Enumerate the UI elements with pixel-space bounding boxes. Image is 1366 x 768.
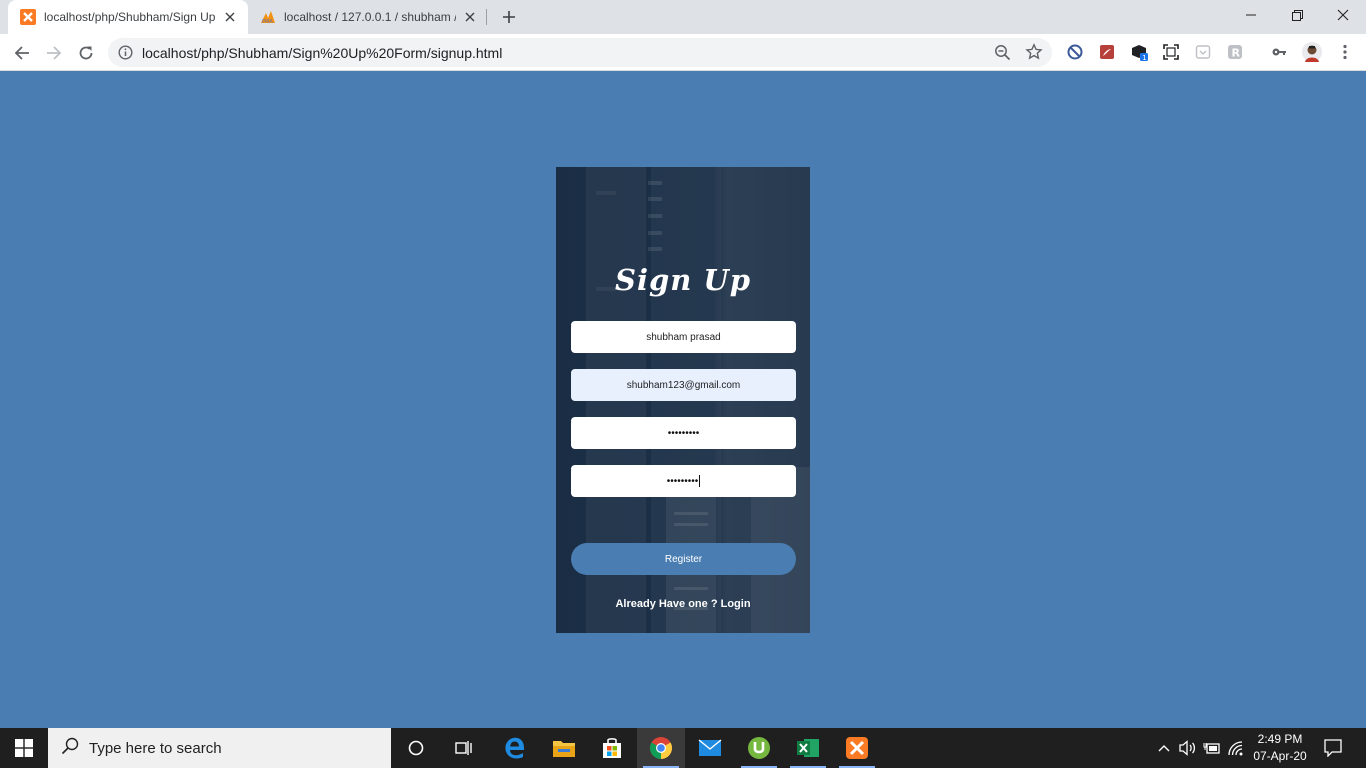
close-window-button[interactable] [1320, 0, 1366, 30]
key-icon[interactable] [1270, 43, 1288, 61]
r-extension-icon[interactable]: R [1226, 43, 1244, 61]
notification-icon [1324, 739, 1342, 757]
adblock-extension-icon[interactable] [1066, 43, 1084, 61]
package-extension-icon[interactable]: 1 [1130, 43, 1148, 61]
search-icon [61, 737, 79, 760]
new-tab-button[interactable] [499, 7, 519, 27]
windows-logo-icon [15, 739, 33, 757]
phpmyadmin-icon: PMA [260, 9, 276, 25]
battery-icon [1203, 743, 1220, 754]
wifi-icon [1228, 741, 1243, 756]
tab-title: localhost/php/Shubham/Sign Up [44, 10, 216, 24]
edge-icon [505, 737, 525, 759]
browser-toolbar: localhost/php/Shubham/Sign%20Up%20Form/s… [0, 34, 1366, 71]
svg-text:1: 1 [1142, 54, 1146, 61]
background-window [648, 231, 662, 235]
volume-button[interactable] [1178, 728, 1198, 768]
excel-icon [797, 739, 819, 757]
windows-taskbar: Type here to search 2:49 PM 07-Apr-20 [0, 728, 1366, 768]
tab-separator [486, 9, 487, 25]
register-button[interactable]: Register [571, 543, 796, 575]
utorrent-icon [748, 737, 770, 759]
taskbar-clock[interactable]: 2:49 PM 07-Apr-20 [1244, 731, 1316, 765]
mail-icon [698, 739, 722, 756]
network-button[interactable] [1226, 728, 1246, 768]
show-hidden-icons-button[interactable] [1154, 728, 1174, 768]
background-window [596, 191, 616, 195]
name-value: shubham prasad [646, 331, 721, 343]
tab-signup[interactable]: localhost/php/Shubham/Sign Up [8, 0, 248, 34]
zoom-icon[interactable] [994, 44, 1011, 66]
background-window [648, 214, 662, 218]
tab-phpmyadmin[interactable]: PMA localhost / 127.0.0.1 / shubham / [248, 0, 488, 34]
restore-button[interactable] [1274, 0, 1320, 30]
background-window [674, 512, 708, 515]
edge-taskbar-button[interactable] [491, 728, 539, 768]
background-window [648, 247, 662, 251]
password-input[interactable]: ••••••••• [571, 417, 796, 449]
chrome-icon [650, 737, 672, 759]
chrome-taskbar-button[interactable] [637, 728, 685, 768]
tab-title: localhost / 127.0.0.1 / shubham / [284, 10, 456, 24]
confirm-password-input[interactable]: ••••••••• [571, 465, 796, 497]
name-input[interactable]: shubham prasad [571, 321, 796, 353]
profile-avatar[interactable] [1302, 42, 1322, 62]
store-taskbar-button[interactable] [588, 728, 636, 768]
cortana-icon [408, 740, 424, 756]
task-view-button[interactable] [440, 728, 488, 768]
login-link[interactable]: Already Have one ? Login [556, 598, 810, 610]
utorrent-taskbar-button[interactable] [735, 728, 783, 768]
background-window [674, 587, 708, 590]
xampp-taskbar-button[interactable] [833, 728, 881, 768]
clock-date: 07-Apr-20 [1253, 749, 1307, 763]
address-bar[interactable]: localhost/php/Shubham/Sign%20Up%20Form/s… [108, 38, 1052, 67]
speaker-icon [1179, 740, 1196, 756]
background-window [674, 523, 708, 526]
clock-time: 2:49 PM [1257, 732, 1303, 746]
pdf-extension-icon[interactable] [1098, 43, 1116, 61]
svg-text:R: R [1232, 47, 1241, 60]
back-button[interactable] [9, 40, 35, 66]
battery-button[interactable] [1202, 728, 1222, 768]
chrome-menu-icon[interactable] [1336, 43, 1354, 61]
chevron-up-icon [1158, 745, 1170, 752]
svg-text:PMA: PMA [262, 19, 273, 24]
action-center-button[interactable] [1320, 728, 1346, 768]
background-window [648, 181, 662, 185]
site-info-icon[interactable] [118, 45, 133, 65]
xampp-icon [20, 9, 36, 25]
store-icon [603, 738, 621, 758]
task-view-icon [455, 741, 472, 755]
bookmark-star-icon[interactable] [1025, 43, 1043, 66]
signup-title: Sign Up [615, 263, 751, 297]
email-value: shubham123@gmail.com [626, 379, 741, 391]
cortana-button[interactable] [392, 728, 440, 768]
forward-button[interactable] [41, 40, 67, 66]
file-explorer-taskbar-button[interactable] [540, 728, 588, 768]
excel-taskbar-button[interactable] [784, 728, 832, 768]
tab-strip: localhost/php/Shubham/Sign Up PMA localh… [0, 0, 1366, 34]
xampp-icon [846, 737, 868, 759]
email-input[interactable]: shubham123@gmail.com [571, 369, 796, 401]
search-placeholder: Type here to search [89, 739, 222, 757]
url-text: localhost/php/Shubham/Sign%20Up%20Form/s… [142, 45, 503, 61]
taskbar-search[interactable]: Type here to search [48, 728, 391, 768]
mail-taskbar-button[interactable] [686, 728, 734, 768]
close-tab-icon[interactable] [462, 9, 478, 25]
background-window [648, 197, 662, 201]
reload-button[interactable] [73, 40, 99, 66]
minimize-button[interactable] [1228, 0, 1274, 30]
text-caret [699, 475, 701, 487]
pocket-extension-icon[interactable] [1194, 43, 1212, 61]
folder-icon [553, 741, 575, 757]
screenshot-extension-icon[interactable] [1162, 43, 1180, 61]
start-button[interactable] [0, 728, 48, 768]
close-tab-icon[interactable] [222, 9, 238, 25]
password-mask: ••••••••• [667, 427, 700, 439]
signup-card: Sign Up shubham prasad shubham123@gmail.… [556, 167, 810, 633]
confirm-password-mask: ••••••••• [666, 475, 699, 487]
